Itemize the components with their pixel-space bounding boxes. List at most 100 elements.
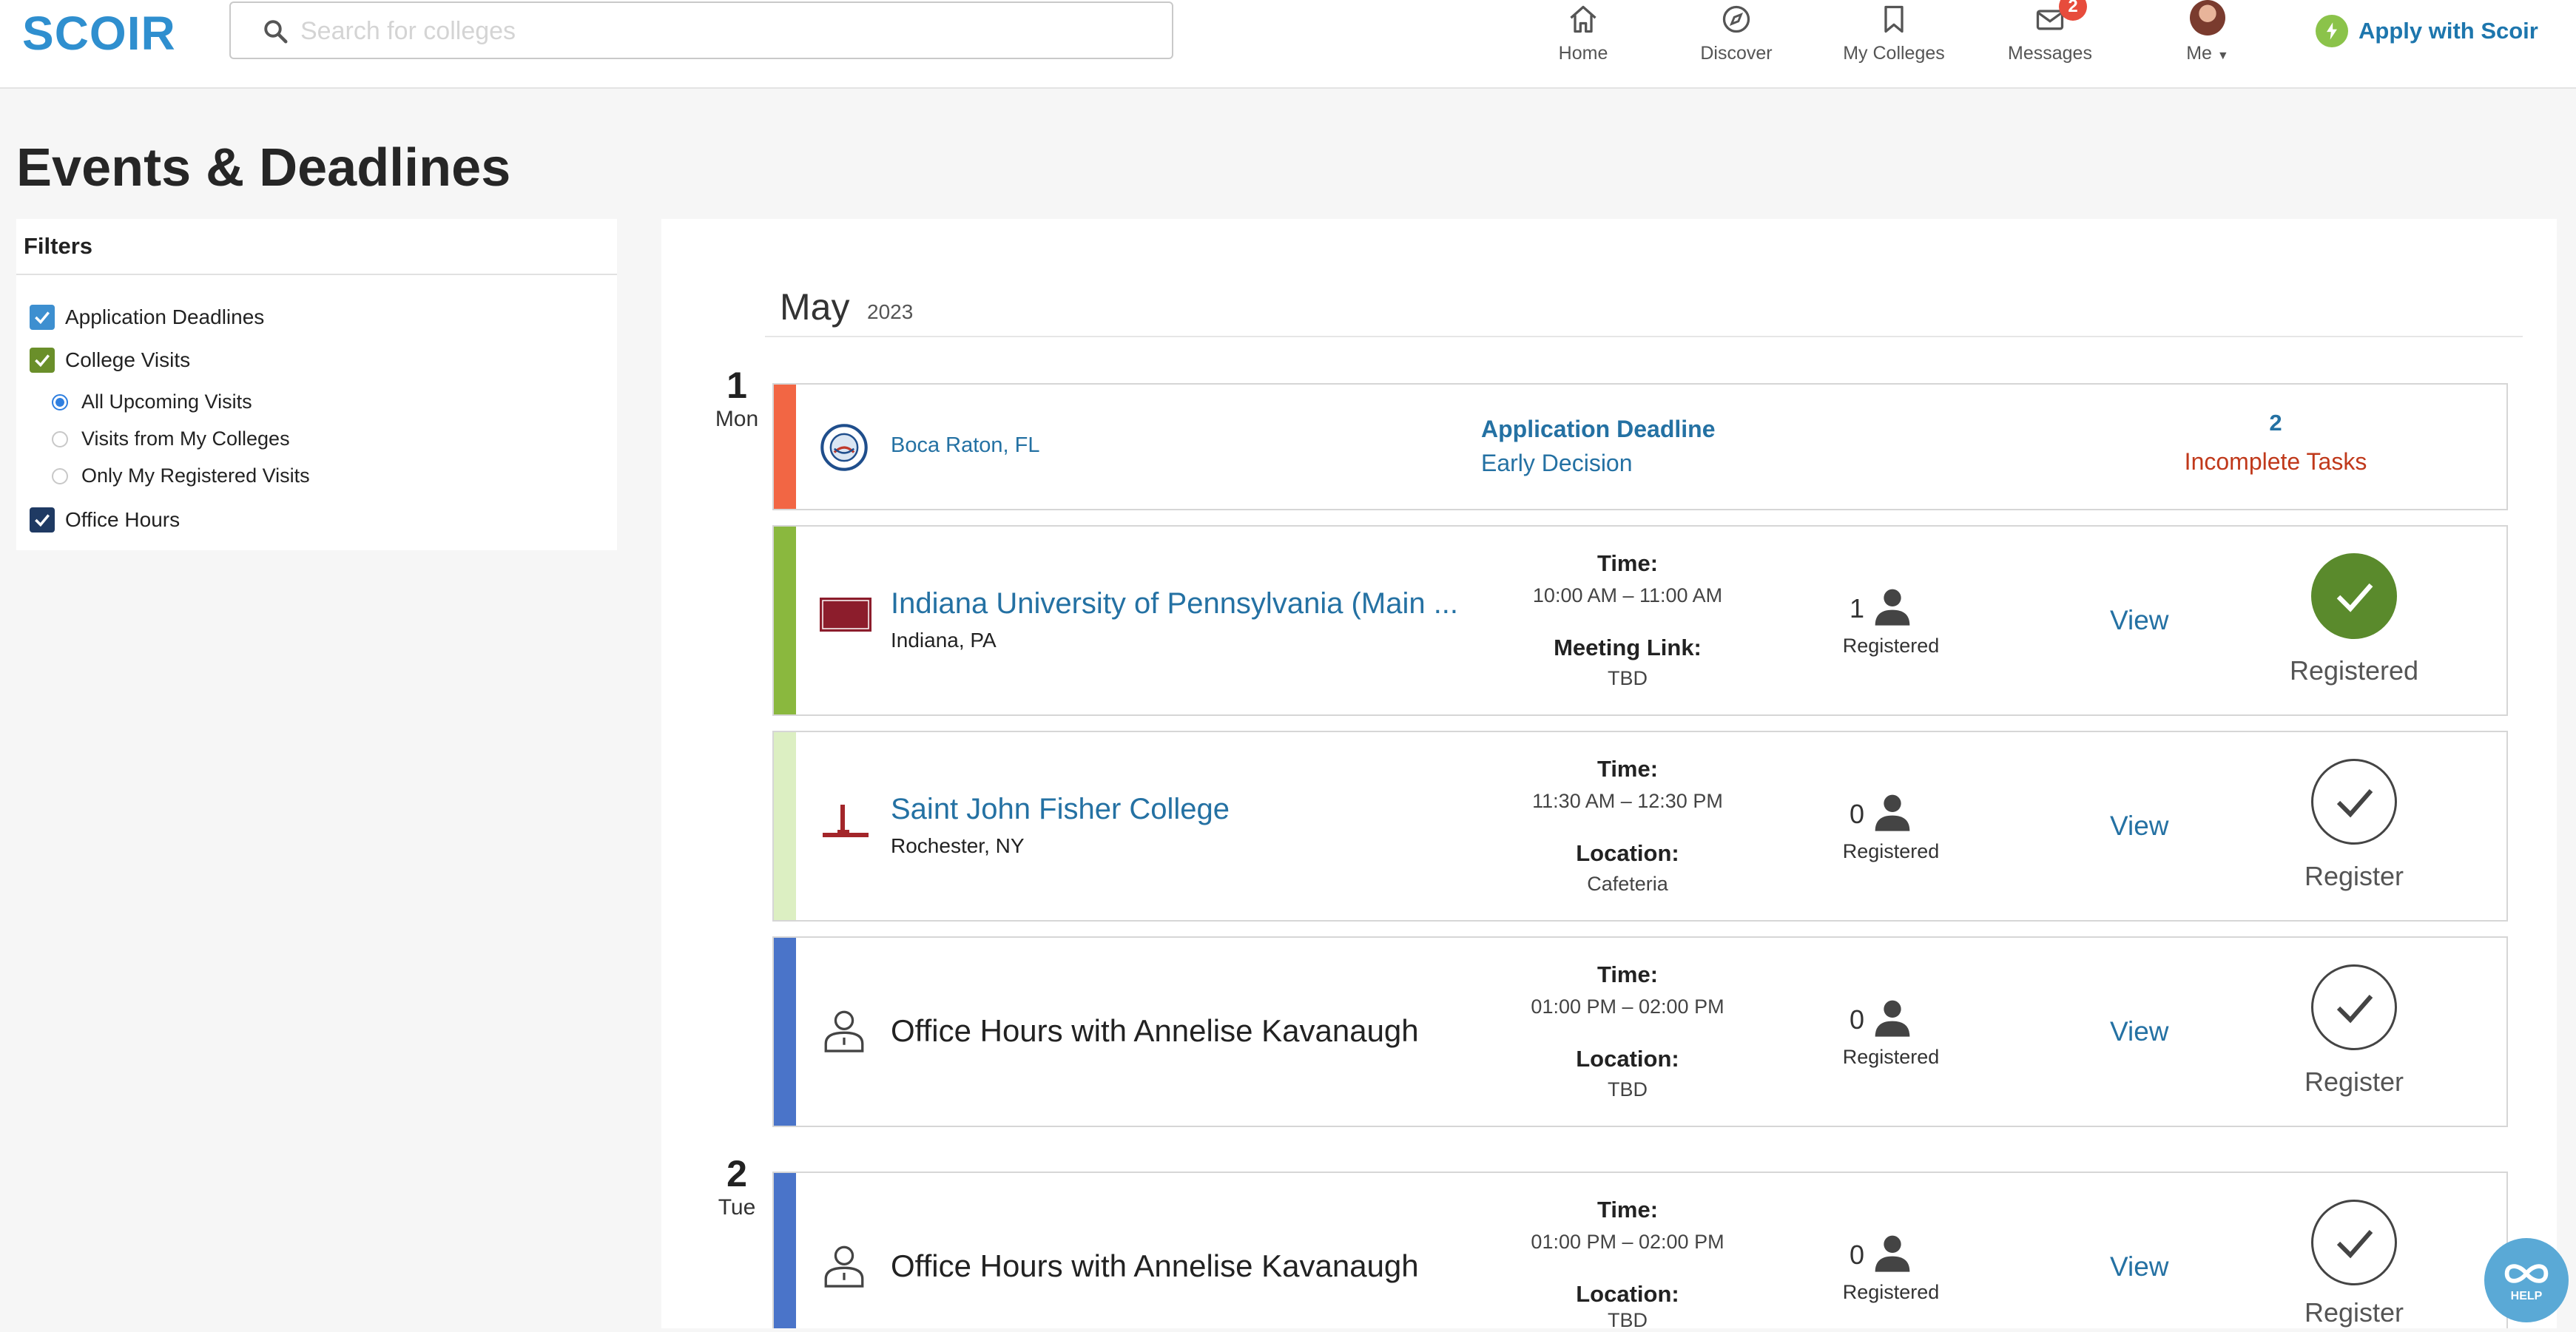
nav-messages[interactable]: 2 Messages <box>1976 0 2124 87</box>
card-color-stripe <box>774 527 796 714</box>
radio-only-my-registered-visits[interactable] <box>52 467 68 484</box>
deadline-type: Application Deadline <box>1481 416 1716 442</box>
event-time: 11:30 AM – 12:30 PM <box>1532 790 1723 812</box>
college-search-box[interactable] <box>229 1 1173 59</box>
person-icon <box>1875 589 1910 626</box>
deadline-location-link[interactable]: Boca Raton, FL <box>891 433 1040 458</box>
checkbox-college-visits[interactable] <box>30 348 55 373</box>
checkmark-icon <box>35 514 50 527</box>
bookmark-icon <box>1884 5 1904 33</box>
filter-label: All Upcoming Visits <box>81 391 252 413</box>
location-label: Location: <box>1576 1281 1679 1307</box>
incomplete-tasks-label[interactable]: Incomplete Tasks <box>2091 448 2461 476</box>
location-value: TBD <box>1608 1078 1648 1101</box>
event-time: 01:00 PM – 02:00 PM <box>1531 995 1724 1018</box>
checkmark-icon <box>2336 789 2373 818</box>
filters-panel: Filters Application Deadlines College Vi… <box>16 219 617 550</box>
advisor-person-icon <box>824 1010 864 1052</box>
card-color-stripe <box>774 732 796 920</box>
registered-label: Registered <box>1842 1281 1940 1303</box>
filter-visits-from-my-colleges[interactable]: Visits from My Colleges <box>52 427 290 450</box>
day-name: Mon <box>715 407 759 431</box>
registration-status-label: Registered <box>2289 655 2419 686</box>
nav-home[interactable]: Home <box>1509 0 1657 87</box>
filter-college-visits[interactable]: College Visits <box>30 348 190 373</box>
deadline-card[interactable]: Boca Raton, FL Application Deadline Earl… <box>772 383 2508 510</box>
event-location: Rochester, NY <box>891 834 1025 857</box>
search-input[interactable] <box>299 12 1153 50</box>
event-location: Indiana, PA <box>891 629 997 652</box>
event-title[interactable]: Office Hours with Annelise Kavanaugh <box>891 1248 1419 1284</box>
year-label: 2023 <box>867 300 914 323</box>
filters-title: Filters <box>16 219 617 275</box>
filter-all-upcoming-visits[interactable]: All Upcoming Visits <box>52 391 252 413</box>
registered-count: 0 <box>1850 1240 1865 1270</box>
filter-label: Visits from My Colleges <box>81 427 290 450</box>
college-seal-icon <box>820 424 868 471</box>
event-title-link[interactable]: Indiana University of Pennsylvania (Main… <box>891 587 1458 621</box>
fisher-logo-icon <box>823 805 869 837</box>
radio-visits-from-my-colleges[interactable] <box>52 430 68 447</box>
radio-all-upcoming-visits[interactable] <box>52 393 68 410</box>
event-time: 01:00 PM – 02:00 PM <box>1531 1231 1724 1253</box>
filter-only-my-registered-visits[interactable]: Only My Registered Visits <box>52 464 310 487</box>
nav-discover[interactable]: Discover <box>1662 0 1810 87</box>
event-card-saint-john-fisher[interactable]: Saint John Fisher College Rochester, NY … <box>772 731 2508 922</box>
meeting-link-value: TBD <box>1608 667 1648 689</box>
location-value: TBD <box>1608 1309 1648 1331</box>
event-card-office-hours[interactable]: Office Hours with Annelise Kavanaugh Tim… <box>772 936 2508 1127</box>
person-icon <box>1875 1000 1910 1037</box>
event-card-office-hours-tue[interactable]: Office Hours with Annelise Kavanaugh Tim… <box>772 1172 2508 1331</box>
filter-office-hours[interactable]: Office Hours <box>30 507 180 533</box>
checkbox-application-deadlines[interactable] <box>30 305 55 330</box>
meeting-link-label: Meeting Link: <box>1554 635 1702 660</box>
incomplete-task-count[interactable]: 2 <box>2165 410 2387 436</box>
apply-with-scoir-label: Apply with Scoir <box>2358 18 2538 44</box>
registration-status-label: Register <box>2304 861 2404 891</box>
nav-messages-label: Messages <box>2008 43 2092 64</box>
bolt-icon <box>2316 15 2348 47</box>
deadline-subtype: Early Decision <box>1481 450 1633 476</box>
registration-status-label: Register <box>2304 1297 2404 1328</box>
view-link[interactable]: View <box>2110 1016 2169 1047</box>
register-button[interactable] <box>2311 1200 2397 1285</box>
apply-with-scoir-button[interactable]: Apply with Scoir <box>2316 15 2538 47</box>
checkmark-icon <box>2336 995 2373 1024</box>
day-number: 1 <box>726 365 747 406</box>
register-button[interactable] <box>2311 964 2397 1050</box>
checkbox-office-hours[interactable] <box>30 507 55 533</box>
home-icon <box>1570 5 1596 33</box>
registered-label: Registered <box>1842 1046 1940 1068</box>
person-icon <box>1875 794 1910 831</box>
register-button[interactable] <box>2311 759 2397 845</box>
checkmark-icon <box>2336 1230 2373 1259</box>
registered-status-button[interactable] <box>2311 553 2397 639</box>
month-heading: May <box>780 286 850 328</box>
event-card-iup[interactable]: Indiana University of Pennsylvania (Main… <box>772 525 2508 716</box>
top-navigation-bar: SCOIR Home Discover My Colleges 2 Mes <box>0 0 2576 89</box>
view-link[interactable]: View <box>2110 811 2169 842</box>
compass-icon <box>1722 5 1750 33</box>
registered-label: Registered <box>1842 635 1940 657</box>
registered-label: Registered <box>1842 840 1940 862</box>
nav-me-menu[interactable]: Me ▼ <box>2134 0 2282 87</box>
nav-my-colleges[interactable]: My Colleges <box>1820 0 1968 87</box>
registered-count: 0 <box>1850 799 1865 829</box>
checkmark-icon <box>35 311 50 325</box>
scoir-logo[interactable]: SCOIR <box>22 6 176 61</box>
page-title: Events & Deadlines <box>16 138 511 197</box>
advisor-person-icon <box>824 1245 864 1288</box>
filter-application-deadlines[interactable]: Application Deadlines <box>30 305 264 330</box>
nav-my-colleges-label: My Colleges <box>1843 43 1945 64</box>
checkmark-icon <box>2336 583 2373 612</box>
view-link[interactable]: View <box>2110 1251 2169 1282</box>
filter-label: Application Deadlines <box>65 305 265 328</box>
search-icon <box>264 20 288 44</box>
event-title-link[interactable]: Saint John Fisher College <box>891 793 1230 826</box>
time-label: Time: <box>1596 550 1659 576</box>
event-title[interactable]: Office Hours with Annelise Kavanaugh <box>891 1013 1419 1049</box>
help-button[interactable]: HELP <box>2484 1238 2569 1322</box>
location-value: Cafeteria <box>1587 873 1668 895</box>
filter-label: College Visits <box>65 348 191 371</box>
view-link[interactable]: View <box>2110 605 2169 636</box>
